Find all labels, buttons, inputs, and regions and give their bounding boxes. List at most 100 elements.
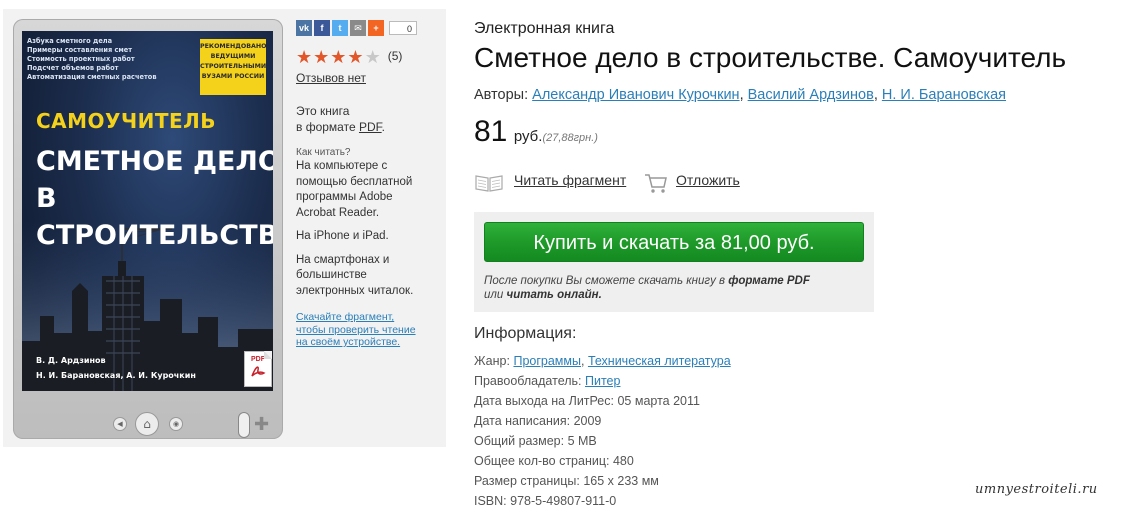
read-fragment-link[interactable]: Читать фрагмент <box>514 172 626 188</box>
star-filled-icon: ★ <box>313 47 331 67</box>
info-row-genre: Жанр: Программы, Техническая литература <box>474 354 731 368</box>
cover-topic: Стоимость проектных работ <box>27 55 135 63</box>
info-value: 165 x 233 мм <box>583 474 659 488</box>
buy-box: Купить и скачать за 81,00 руб. После пок… <box>474 212 874 312</box>
info-row-page-size: Размер страницы: 165 x 233 мм <box>474 471 731 491</box>
info-value: 480 <box>612 454 634 468</box>
price-currency: руб. <box>513 128 543 145</box>
star-filled-icon: ★ <box>347 47 365 67</box>
watermark: umnyestroiteli.ru <box>975 482 1098 497</box>
postpone-link[interactable]: Отложить <box>676 172 740 188</box>
howto-title: Как читать? <box>296 147 351 158</box>
howto-item: На iPhone и iPad. <box>296 230 389 242</box>
page-title: Сметное дело в строительстве. Самоучител… <box>474 42 1067 73</box>
info-label: Дата написания: <box>474 414 571 428</box>
share-buttons: vk f t ✉ + 0 <box>296 20 441 36</box>
info-row-written: Дата написания: 2009 <box>474 411 731 431</box>
pdf-format-link[interactable]: PDF <box>359 120 382 134</box>
price-amount: 81 <box>474 115 508 148</box>
rating[interactable]: ★★★★★ (5) <box>296 46 441 67</box>
pdf-fold <box>264 351 272 359</box>
buy-note-text: или <box>484 289 507 301</box>
zoom-slider[interactable] <box>238 412 250 438</box>
book-cover[interactable]: Азбука сметного дела Примеры составления… <box>22 31 273 391</box>
author-link[interactable]: Василий Ардзинов <box>748 87 874 103</box>
cover-topic: Подсчет объемов работ <box>27 64 119 72</box>
home-button[interactable]: ⌂ <box>135 412 159 436</box>
buy-note-text: После покупки Вы сможете скачать книгу в <box>484 275 729 287</box>
info-label: Размер страницы: <box>474 474 580 488</box>
price: 81 руб.(27,88грн.) <box>474 115 598 149</box>
cover-topics: Азбука сметного дела Примеры составления… <box>27 37 157 82</box>
cover-topic: Азбука сметного дела <box>27 37 113 45</box>
info-label: Правообладатель: <box>474 374 582 388</box>
info-label: ISBN: <box>474 494 507 508</box>
cover-author-line: Н. И. Барановская, А. И. Курочкин <box>36 371 196 380</box>
format-text: Это книга в формате PDF. <box>296 103 441 135</box>
buy-download-button[interactable]: Купить и скачать за 81,00 руб. <box>484 222 864 262</box>
cart-icon <box>645 174 667 193</box>
download-fragment-link[interactable]: Скачайте фрагмент, чтобы проверить чтени… <box>296 311 426 349</box>
cover-topic: Примеры составления смет <box>27 46 133 54</box>
cover-badge: РЕКОМЕНДОВАНО ВЕДУЩИМИ СТРОИТЕЛЬНЫМИ ВУЗ… <box>200 39 267 95</box>
genre-link[interactable]: Техническая литература <box>588 354 731 368</box>
twitter-share-icon[interactable]: t <box>332 20 348 36</box>
buy-note-online: читать онлайн. <box>506 289 602 301</box>
info-list: Жанр: Программы, Техническая литература … <box>474 351 731 511</box>
cover-series: САМОУЧИТЕЛЬ <box>36 109 217 133</box>
star-filled-icon: ★ <box>330 47 348 67</box>
howto-item: На смартфонах и большинстве электронных … <box>296 253 414 297</box>
cover-badge-line: СТРОИТЕЛЬНЫМИ <box>200 63 267 70</box>
info-label: Общее кол-во страниц: <box>474 454 610 468</box>
rights-holder-link[interactable]: Питер <box>585 374 620 388</box>
cover-title-line: В СТРОИТЕЛЬСТВЕ <box>36 183 273 251</box>
authors: Авторы: Александр Иванович Курочкин, Вас… <box>474 87 1007 103</box>
cover-authors: В. Д. Ардзинов Н. И. Барановская, А. И. … <box>36 353 196 383</box>
price-alt: (27,88грн.) <box>542 132 598 144</box>
buy-note: После покупки Вы сможете скачать книгу в… <box>484 274 864 302</box>
vk-share-icon[interactable]: vk <box>296 20 312 36</box>
info-row-pages: Общее кол-во страниц: 480 <box>474 451 731 471</box>
cover-badge-line: ВУЗАМИ РОССИИ <box>201 73 265 80</box>
howto-item: На компьютере с помощью бесплатной прогр… <box>296 160 413 219</box>
cover-title: СМЕТНОЕ ДЕЛО В СТРОИТЕЛЬСТВЕ <box>36 143 273 254</box>
reader-controls: ◀ ⌂ ◉ ✚ <box>13 404 283 438</box>
info-label: Общий размер: <box>474 434 565 448</box>
star-filled-icon: ★ <box>296 47 314 67</box>
star-empty-icon: ★ <box>364 47 382 67</box>
reader-panel: Азбука сметного дела Примеры составления… <box>3 9 446 447</box>
format-suffix: . <box>381 120 385 134</box>
facebook-share-icon[interactable]: f <box>314 20 330 36</box>
info-row-release: Дата выхода на ЛитРес: 05 марта 2011 <box>474 391 731 411</box>
format-line: в формате PDF. <box>296 119 441 135</box>
rating-count: (5) <box>387 49 403 63</box>
info-value: 978-5-49807-911-0 <box>510 494 617 508</box>
info-value: 5 MB <box>567 434 597 448</box>
menu-button[interactable]: ◉ <box>169 417 183 431</box>
cover-author-line: В. Д. Ардзинов <box>36 356 106 365</box>
author-link[interactable]: Александр Иванович Курочкин <box>532 87 739 103</box>
info-row-rights: Правообладатель: Питер <box>474 371 731 391</box>
format-line: Это книга <box>296 104 350 118</box>
author-link[interactable]: Н. И. Барановская <box>882 87 1006 103</box>
format-prefix: в формате <box>296 120 359 134</box>
more-share-icon[interactable]: + <box>368 20 384 36</box>
buy-note-format: формате PDF <box>728 275 810 287</box>
cover-topic: Автоматизация сметных расчетов <box>27 73 157 81</box>
prev-page-button[interactable]: ◀ <box>113 417 127 431</box>
info-row-isbn: ISBN: 978-5-49807-911-0 <box>474 491 731 511</box>
share-count: 0 <box>389 21 417 35</box>
cover-badge-line: ВЕДУЩИМИ <box>210 53 256 60</box>
acrobat-icon <box>251 366 266 377</box>
info-value: 05 марта 2011 <box>617 394 700 408</box>
email-share-icon[interactable]: ✉ <box>350 20 366 36</box>
reviews-link[interactable]: Отзывов нет <box>296 71 441 85</box>
pdf-file-icon: PDF <box>244 351 272 387</box>
info-value: 2009 <box>573 414 602 428</box>
genre-link[interactable]: Программы <box>513 354 581 368</box>
book-kind: Электронная книга <box>474 20 615 37</box>
info-label: Жанр: <box>474 354 510 368</box>
open-book-icon <box>475 175 503 192</box>
info-title: Информация: <box>474 325 577 342</box>
zoom-in-icon[interactable]: ✚ <box>254 414 269 435</box>
